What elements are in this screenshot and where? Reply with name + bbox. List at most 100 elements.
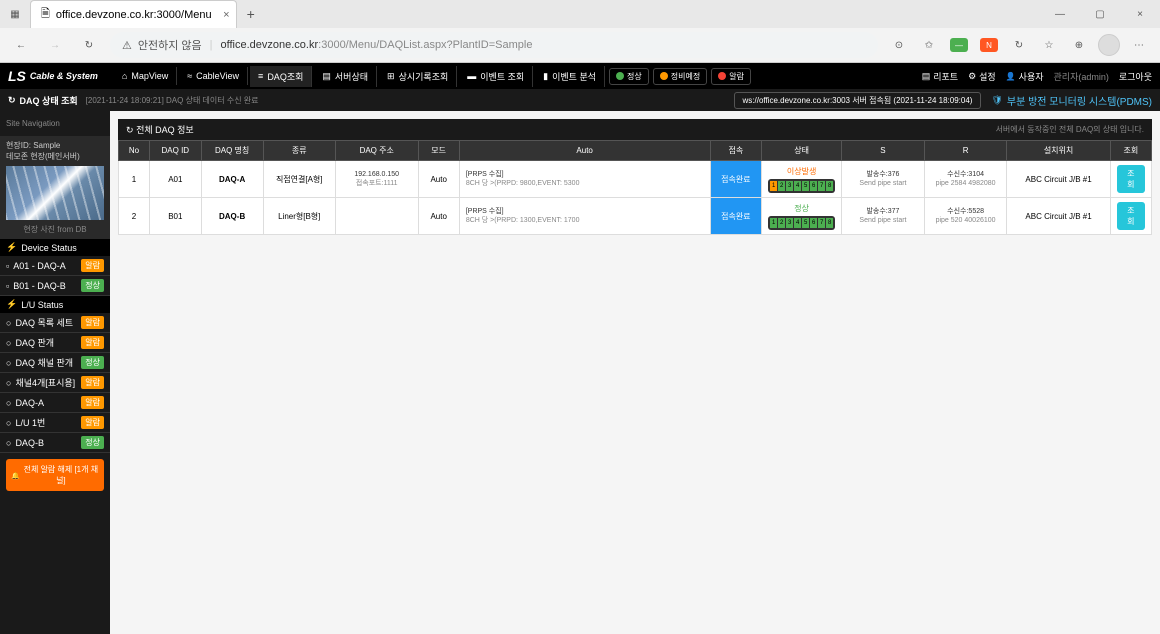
cell-mode: Auto (418, 161, 459, 198)
ext-orange-icon[interactable]: N (976, 32, 1002, 58)
cell-location: ABC Circuit J/B #1 (1007, 198, 1110, 235)
cell-status: 정상12345678 (762, 198, 842, 235)
refresh-icon (8, 95, 16, 106)
favorites-bar-icon[interactable]: ☆ (1036, 32, 1062, 58)
item-label: DAQ-B (15, 438, 44, 448)
item-icon (6, 418, 11, 428)
close-window-button[interactable]: × (1120, 0, 1160, 28)
device-status-header: Device Status (0, 239, 110, 256)
menu-icon (543, 71, 548, 82)
header-link[interactable]: 리포트 (922, 70, 958, 83)
site-photo (6, 166, 104, 220)
menu-item[interactable]: DAQ조회 (250, 66, 312, 87)
shield-icon (991, 95, 1002, 106)
profile-avatar[interactable] (1096, 32, 1122, 58)
panel-note: 서버에서 동작중인 전체 DAQ의 상태 입니다. (996, 124, 1144, 135)
logout-link[interactable]: 로그아웃 (1119, 70, 1152, 83)
refresh-button[interactable]: ↻ (76, 32, 102, 58)
more-icon[interactable]: ⋯ (1126, 32, 1152, 58)
forward-button[interactable]: → (42, 32, 68, 58)
site-photo-caption: 현장 사진 from DB (6, 224, 104, 235)
ext-green-icon[interactable]: — (946, 32, 972, 58)
led-icon: 1 (770, 181, 777, 191)
main-menu: MapView CableView DAQ조회서버상태상시기록조회이벤트 조회이벤트… (114, 66, 605, 87)
back-button[interactable]: ← (8, 32, 34, 58)
table-header: 접속 (710, 141, 762, 161)
sidebar-item[interactable]: 채널4개[표시용]알람 (0, 373, 110, 393)
item-label: A01 - DAQ-A (13, 261, 66, 271)
browser-chrome: ▦ office.devzone.co.kr:3000/Menu × + — ▢… (0, 0, 1160, 63)
cell-r: 수신수:3104pipe 2584 4982080 (924, 161, 1007, 198)
browser-tab[interactable]: office.devzone.co.kr:3000/Menu × (30, 0, 237, 28)
menu-item[interactable]: 이벤트 조회 (459, 66, 533, 87)
sidebar-item[interactable]: B01 - DAQ-B정상 (0, 276, 110, 296)
item-icon (6, 358, 11, 368)
header-link[interactable]: 설정 (968, 70, 996, 83)
sidebar-item[interactable]: DAQ 채널 판개정상 (0, 353, 110, 373)
status-badge: 정상 (81, 356, 104, 369)
cell-name: DAQ-A (201, 161, 263, 198)
conn-badge: 접속완료 (715, 171, 756, 188)
menu-item[interactable]: 상시기록조회 (379, 66, 457, 87)
cell-no: 2 (119, 198, 150, 235)
menu-icon (122, 71, 127, 81)
bolt-icon (6, 242, 17, 253)
panel-header: 전체 DAQ 정보 서버에서 동작중인 전체 DAQ의 상태 입니다. (118, 119, 1152, 140)
view-button[interactable]: 조회 (1117, 165, 1145, 193)
header-link-label: 설정 (979, 70, 996, 83)
led-icon: 8 (826, 181, 833, 191)
new-tab-button[interactable]: + (237, 6, 265, 22)
menu-item[interactable]: 서버상태 (314, 66, 377, 87)
menu-label: CableView (196, 71, 239, 81)
led-icon: 5 (802, 218, 809, 228)
led-icon: 7 (818, 218, 825, 228)
minimize-button[interactable]: — (1040, 0, 1080, 28)
view-button[interactable]: 조회 (1117, 202, 1145, 230)
menu-item[interactable]: MapView (114, 67, 177, 85)
led-icon: 3 (786, 181, 793, 191)
led-icon: 6 (810, 218, 817, 228)
clear-alarm-button[interactable]: 전체 알람 해제 [1개 채널] (6, 459, 104, 491)
cell-type: 직접연결[A형] (263, 161, 335, 198)
search-icon[interactable]: ⊙ (886, 32, 912, 58)
close-tab-icon[interactable]: × (223, 9, 229, 21)
table-header: R (924, 141, 1007, 161)
table-header: DAQ 주소 (335, 141, 418, 161)
item-icon (6, 318, 11, 328)
header-link-icon (968, 71, 976, 82)
header-link[interactable]: 사용자 (1006, 70, 1044, 83)
menu-item[interactable]: CableView (179, 67, 248, 85)
sidebar-item[interactable]: DAQ-B 정상 (0, 433, 110, 453)
address-bar: ← → ↻ ⚠ 안전하지 않음 | office.devzone.co.kr:3… (0, 28, 1160, 62)
status-badge: 알람 (81, 376, 104, 389)
sidebar-item[interactable]: DAQ 목록 세트알람 (0, 313, 110, 333)
app-header: LS Cable & System MapView CableView DAQ조회서… (0, 63, 1160, 89)
status-dot-icon (616, 72, 624, 80)
status-badge: 정상 (81, 436, 104, 449)
pill-label: 알람 (729, 71, 744, 82)
sidebar-item[interactable]: A01 - DAQ-A알람 (0, 256, 110, 276)
tabs-icon[interactable]: ▦ (8, 7, 22, 21)
sidebar-item[interactable]: DAQ-A알람 (0, 393, 110, 413)
status-badge: 알람 (81, 336, 104, 349)
led-row: 12345678 (768, 179, 835, 193)
cell-status: 이상발생12345678 (762, 161, 842, 198)
status-pill: 정비예정 (653, 68, 707, 85)
tab-title: office.devzone.co.kr:3000/Menu (56, 9, 212, 21)
logo[interactable]: LS Cable & System (8, 68, 114, 84)
cell-location: ABC Circuit J/B #1 (1007, 161, 1110, 198)
collections-icon[interactable]: ⊕ (1066, 32, 1092, 58)
sidebar-item[interactable]: DAQ 판개알람 (0, 333, 110, 353)
status-pill: 알람 (711, 68, 751, 85)
sync-icon[interactable]: ↻ (1006, 32, 1032, 58)
url-input[interactable]: ⚠ 안전하지 않음 | office.devzone.co.kr:3000/Me… (110, 32, 878, 58)
sidebar-item[interactable]: L/U 1번알람 (0, 413, 110, 433)
item-label: DAQ 목록 세트 (15, 316, 73, 329)
menu-item[interactable]: 이벤트 분석 (535, 66, 605, 87)
maximize-button[interactable]: ▢ (1080, 0, 1120, 28)
status-text: 정상 (794, 203, 809, 214)
field-id: Sample (33, 141, 60, 150)
favorite-icon[interactable]: ✩ (916, 32, 942, 58)
cell-mode: Auto (418, 198, 459, 235)
table-header: 조회 (1110, 141, 1151, 161)
